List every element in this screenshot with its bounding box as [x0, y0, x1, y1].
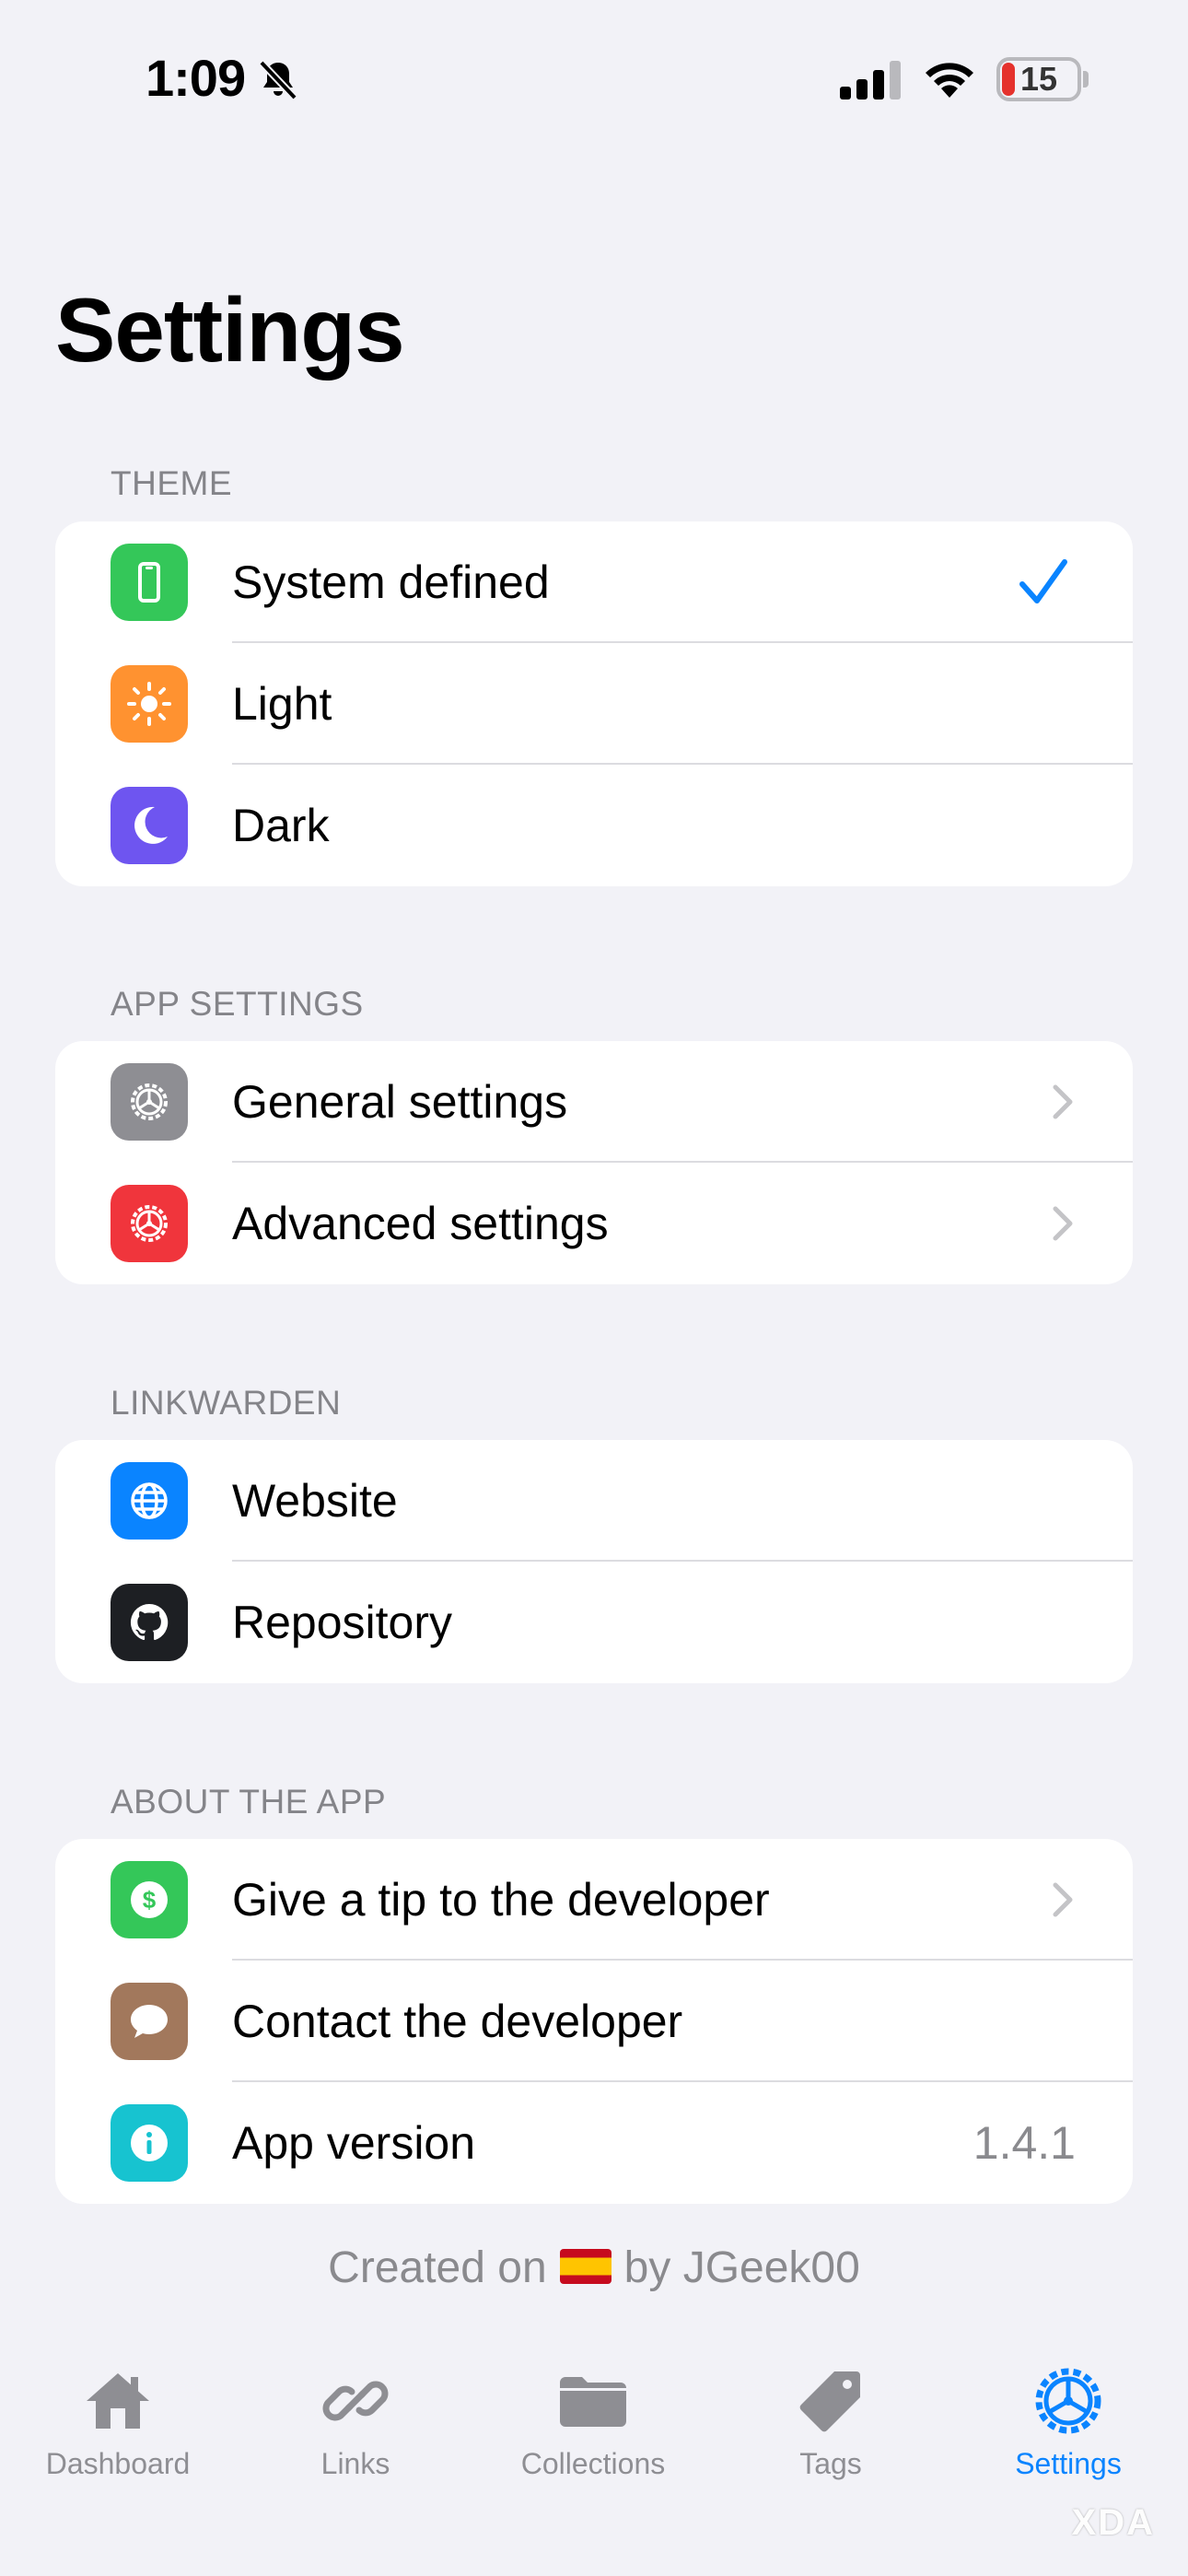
cellular-signal-icon — [840, 61, 901, 100]
theme-option-system[interactable]: System defined — [55, 521, 1133, 643]
theme-option-dark[interactable]: Dark — [55, 765, 1133, 886]
app-settings-group: General settings Advanced settings — [55, 1041, 1133, 1284]
section-header-linkwarden: LINKWARDEN — [111, 1384, 342, 1422]
house-icon — [87, 2373, 149, 2429]
gear-icon — [111, 1063, 188, 1141]
gear-icon — [1035, 2368, 1101, 2434]
footer-suffix: by JGeek00 — [623, 2243, 860, 2292]
tab-settings[interactable]: Settings — [962, 2340, 1174, 2488]
sun-icon — [111, 665, 188, 743]
general-settings-row[interactable]: General settings — [55, 1041, 1133, 1163]
created-by-text: Created on by JGeek00 — [0, 2242, 1188, 2293]
tab-tags[interactable]: Tags — [725, 2340, 937, 2488]
chevron-right-icon — [1053, 1882, 1073, 1917]
tip-developer-label: Give a tip to the developer — [232, 1874, 770, 1926]
tab-label: Tags — [799, 2447, 862, 2480]
bell-slash-icon — [259, 60, 297, 100]
chevron-right-icon — [1053, 1206, 1073, 1241]
footer-prefix: Created on — [328, 2243, 547, 2292]
theme-option-light[interactable]: Light — [55, 643, 1133, 765]
advanced-settings-label: Advanced settings — [232, 1198, 609, 1249]
app-version-row: App version 1.4.1 — [55, 2082, 1133, 2204]
spain-flag-icon — [559, 2249, 611, 2284]
github-icon — [111, 1584, 188, 1661]
theme-option-label: System defined — [232, 556, 550, 608]
checkmark-icon — [1019, 559, 1067, 603]
app-version-value: 1.4.1 — [973, 2117, 1076, 2169]
contact-developer-row[interactable]: Contact the developer — [55, 1961, 1133, 2082]
status-bar: 1:09 15 — [0, 0, 1188, 157]
contact-developer-label: Contact the developer — [232, 1996, 683, 2047]
tab-label: Dashboard — [45, 2447, 191, 2480]
tab-links[interactable]: Links — [250, 2340, 461, 2488]
battery-level: 15 — [1019, 60, 1058, 98]
dollar-icon: $ — [111, 1861, 188, 1938]
tab-collections[interactable]: Collections — [487, 2340, 699, 2488]
app-version-label: App version — [232, 2117, 476, 2169]
website-label: Website — [232, 1475, 398, 1527]
repository-row[interactable]: Repository — [55, 1562, 1133, 1683]
about-group: $ Give a tip to the developer Contact th… — [55, 1839, 1133, 2204]
svg-text:$: $ — [143, 1886, 157, 1914]
tip-developer-row[interactable]: $ Give a tip to the developer — [55, 1839, 1133, 1961]
folder-icon — [560, 2377, 626, 2427]
status-time: 1:09 — [146, 49, 246, 107]
tab-label: Settings — [1015, 2447, 1122, 2480]
gear-icon — [111, 1185, 188, 1262]
website-row[interactable]: Website — [55, 1440, 1133, 1562]
moon-icon — [111, 787, 188, 864]
tab-label: Links — [320, 2447, 390, 2480]
tab-label: Collections — [520, 2447, 666, 2480]
globe-icon — [111, 1462, 188, 1540]
advanced-settings-row[interactable]: Advanced settings — [55, 1163, 1133, 1284]
repository-label: Repository — [232, 1597, 452, 1648]
wifi-icon — [926, 63, 973, 98]
general-settings-label: General settings — [232, 1076, 568, 1128]
theme-option-label: Light — [232, 678, 332, 730]
link-icon — [322, 2381, 389, 2421]
watermark-logo: XDA — [1071, 2502, 1155, 2543]
section-header-app-settings: APP SETTINGS — [111, 985, 364, 1023]
chat-bubble-icon — [111, 1983, 188, 2060]
chevron-right-icon — [1053, 1084, 1073, 1119]
info-icon — [111, 2104, 188, 2182]
page-title: Settings — [55, 279, 405, 381]
tag-icon — [799, 2371, 860, 2432]
section-header-about: ABOUT THE APP — [111, 1783, 387, 1821]
theme-group: System defined Light Dark — [55, 521, 1133, 886]
tab-bar: Dashboard Links Collections Tags Setting… — [0, 2340, 1188, 2576]
theme-option-label: Dark — [232, 800, 330, 851]
phone-icon — [111, 544, 188, 621]
linkwarden-group: Website Repository — [55, 1440, 1133, 1683]
section-header-theme: THEME — [111, 464, 232, 502]
tab-dashboard[interactable]: Dashboard — [12, 2340, 224, 2488]
